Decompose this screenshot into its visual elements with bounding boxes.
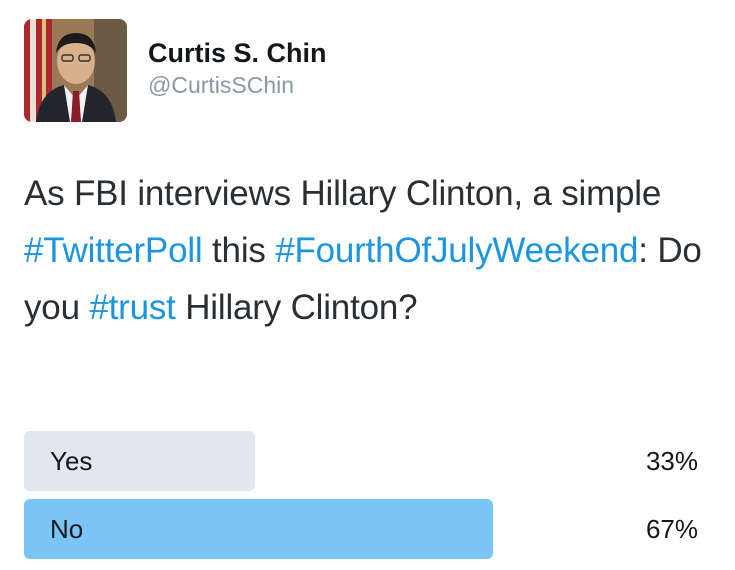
avatar[interactable] bbox=[24, 19, 127, 122]
poll-option-yes: Yes 33% bbox=[24, 431, 704, 491]
poll-option-percent: 33% bbox=[645, 446, 698, 476]
poll-option-label: Yes bbox=[50, 446, 93, 476]
poll-bar bbox=[24, 499, 493, 559]
tweet-text: As FBI interviews Hillary Clinton, a sim… bbox=[24, 165, 714, 336]
hashtag-link[interactable]: #FourthOfJulyWeekend bbox=[275, 231, 638, 270]
tweet-text-segment: this bbox=[202, 231, 276, 270]
author-display-name[interactable]: Curtis S. Chin bbox=[148, 37, 327, 69]
author-handle[interactable]: @CurtisSChin bbox=[148, 70, 327, 100]
tweet-card: Curtis S. Chin @CurtisSChin As FBI inter… bbox=[0, 0, 735, 570]
tweet-text-segment: As FBI interviews Hillary Clinton, a sim… bbox=[24, 174, 662, 213]
profile-photo-icon bbox=[24, 19, 127, 122]
author-names: Curtis S. Chin @CurtisSChin bbox=[148, 37, 327, 100]
hashtag-link[interactable]: #TwitterPoll bbox=[24, 231, 203, 270]
poll: Yes 33% No 67% bbox=[24, 431, 704, 567]
tweet-header: Curtis S. Chin @CurtisSChin bbox=[24, 19, 327, 123]
poll-option-label: No bbox=[50, 514, 84, 544]
poll-option-no: No 67% bbox=[24, 499, 704, 559]
tweet-text-segment: Hillary Clinton? bbox=[175, 288, 418, 327]
poll-option-percent: 67% bbox=[645, 514, 698, 544]
hashtag-link[interactable]: #trust bbox=[89, 288, 176, 327]
